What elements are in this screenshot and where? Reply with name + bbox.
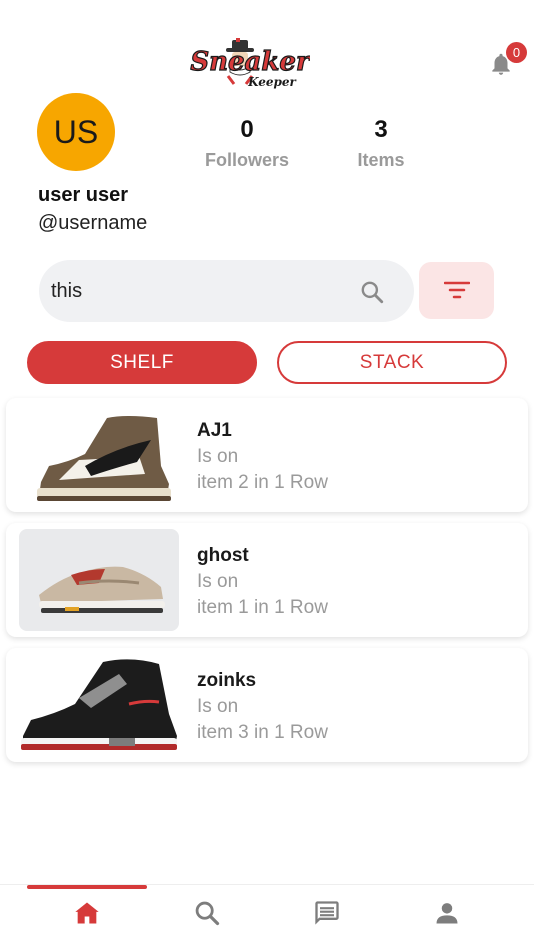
followers-count: 0: [240, 116, 254, 143]
bottom-navigation: [0, 884, 534, 950]
item-status: Is on: [197, 446, 239, 467]
filter-button[interactable]: [419, 262, 494, 319]
followers-stat[interactable]: 0 Followers: [197, 116, 297, 171]
app-logo: Sneaker Keeper: [190, 36, 313, 94]
items-label: Items: [357, 150, 405, 170]
item-status: Is on: [197, 571, 239, 592]
sneaker-image: [19, 654, 179, 756]
item-location: item 1 in 1 Row: [197, 597, 328, 618]
item-name: AJ1: [197, 420, 232, 441]
list-item[interactable]: zoinks Is on item 3 in 1 Row: [6, 648, 528, 762]
nav-profile[interactable]: [433, 899, 461, 927]
notification-count-badge: 0: [506, 42, 527, 63]
item-location: item 2 in 1 Row: [197, 472, 328, 493]
sneaker-image: [19, 404, 179, 506]
followers-label: Followers: [204, 150, 289, 170]
nav-search[interactable]: [193, 899, 221, 927]
nav-home[interactable]: [73, 899, 101, 927]
sneaker-image: [19, 529, 179, 631]
item-location: item 3 in 1 Row: [197, 722, 328, 743]
item-name: ghost: [197, 545, 249, 566]
items-stat[interactable]: 3 Items: [341, 116, 421, 171]
search-input[interactable]: [51, 260, 351, 322]
profile-icon: [436, 903, 458, 924]
item-status: Is on: [197, 696, 239, 717]
filter-icon: [444, 281, 470, 299]
active-tab-indicator: [27, 885, 147, 889]
list-item[interactable]: ghost Is on item 1 in 1 Row: [6, 523, 528, 637]
avatar[interactable]: US: [37, 93, 115, 171]
nav-messages[interactable]: [313, 899, 341, 927]
list-item[interactable]: AJ1 Is on item 2 in 1 Row: [6, 398, 528, 512]
user-full-name: user user: [38, 184, 129, 206]
search-bar: [39, 260, 414, 322]
items-count: 3: [374, 116, 388, 143]
item-name: zoinks: [197, 670, 257, 691]
search-icon[interactable]: [359, 279, 385, 305]
search-icon: [195, 901, 220, 926]
home-icon: [75, 902, 99, 924]
tab-stack[interactable]: STACK: [277, 341, 507, 384]
user-handle: @username: [38, 212, 148, 234]
svg-text:Keeper: Keeper: [247, 75, 297, 89]
tab-shelf[interactable]: SHELF: [27, 341, 257, 384]
chat-icon: [315, 901, 339, 925]
svg-text:Sneaker: Sneaker: [190, 47, 310, 77]
